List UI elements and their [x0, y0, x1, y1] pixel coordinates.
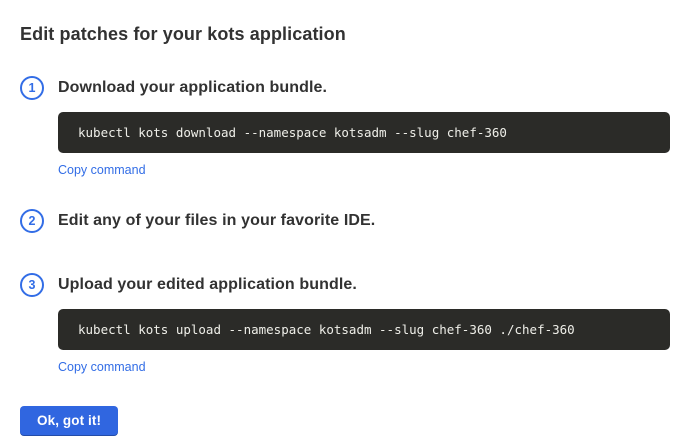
step-edit: 2 Edit any of your files in your favorit…: [20, 209, 670, 233]
step-upload: 3 Upload your edited application bundle.…: [20, 273, 670, 376]
edit-patches-modal: Edit patches for your kots application 1…: [0, 0, 690, 436]
step-1-number-badge: 1: [20, 76, 44, 100]
step-3-number: 3: [29, 278, 36, 292]
step-2-number: 2: [29, 214, 36, 228]
copy-upload-command-link[interactable]: Copy command: [58, 360, 146, 375]
step-3-content: Upload your edited application bundle. k…: [58, 273, 670, 376]
step-1-number: 1: [29, 81, 36, 95]
step-2-label: Edit any of your files in your favorite …: [58, 209, 670, 233]
page-title: Edit patches for your kots application: [20, 22, 670, 47]
step-3-label: Upload your edited application bundle.: [58, 273, 670, 297]
download-command-snippet: kubectl kots download --namespace kotsad…: [58, 112, 670, 153]
step-1-content: Download your application bundle. kubect…: [58, 76, 670, 179]
upload-command-snippet: kubectl kots upload --namespace kotsadm …: [58, 309, 670, 350]
ok-got-it-button[interactable]: Ok, got it!: [20, 406, 118, 436]
step-1-label: Download your application bundle.: [58, 76, 670, 100]
step-download: 1 Download your application bundle. kube…: [20, 76, 670, 179]
copy-download-command-link[interactable]: Copy command: [58, 163, 146, 178]
step-2-number-badge: 2: [20, 209, 44, 233]
step-2-content: Edit any of your files in your favorite …: [58, 209, 670, 233]
step-3-number-badge: 3: [20, 273, 44, 297]
